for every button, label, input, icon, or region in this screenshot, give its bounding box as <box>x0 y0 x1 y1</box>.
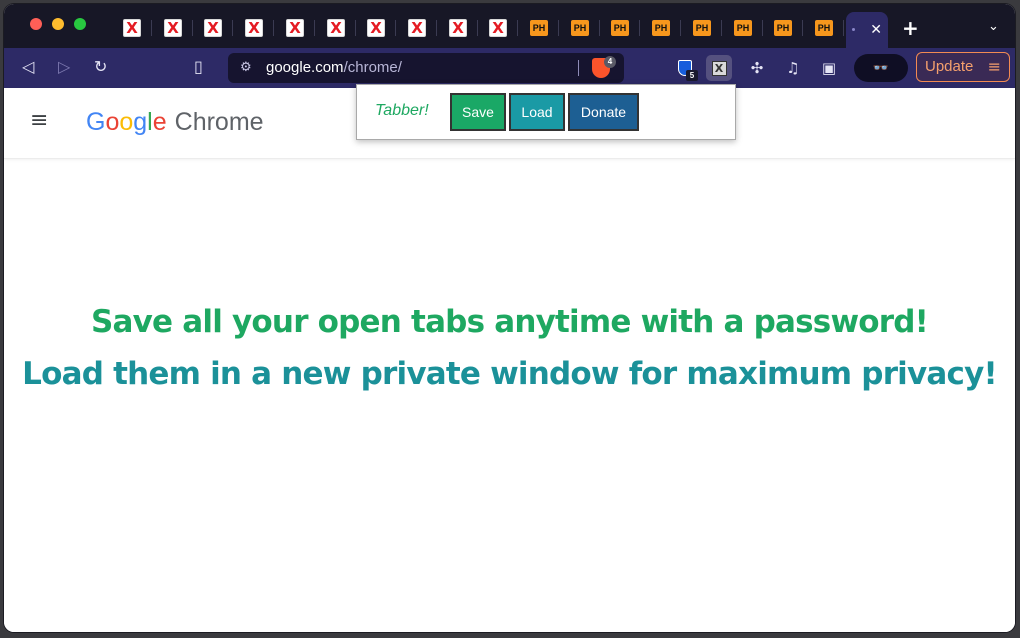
tab[interactable]: PH <box>763 14 803 42</box>
headline-load: Load them in a new private window for ma… <box>22 356 998 392</box>
ph-favicon-icon: PH <box>652 20 670 36</box>
tab-separator <box>314 20 315 36</box>
tab[interactable]: X <box>478 14 518 42</box>
tab-separator <box>151 20 152 36</box>
tabber-extension-button[interactable]: X <box>706 55 732 81</box>
tab[interactable]: X <box>356 14 396 42</box>
brave-shield-count: 4 <box>604 56 616 68</box>
tab-separator <box>721 20 722 36</box>
logo-letter: G <box>86 108 106 136</box>
new-tab-button[interactable]: + <box>902 18 919 38</box>
bitwarden-badge: 5 <box>686 70 698 81</box>
ph-favicon-icon: PH <box>571 20 589 36</box>
x-favicon-icon: X <box>327 19 345 37</box>
bitwarden-extension-button[interactable]: 5 <box>672 55 698 81</box>
tab[interactable]: X <box>397 14 437 42</box>
private-window-glasses-icon[interactable]: 👓 <box>854 54 908 82</box>
web-page: ≡ Google Chrome Save all your open tabs a… <box>4 88 1015 632</box>
menu-icon: ≡ <box>987 57 1001 76</box>
logo-letter: o <box>119 108 134 136</box>
tab[interactable]: X <box>316 14 356 42</box>
logo-letter: e <box>152 108 167 136</box>
x-favicon-icon: X <box>489 19 507 37</box>
ph-favicon-icon: PH <box>815 20 833 36</box>
ph-favicon-icon: PH <box>774 20 792 36</box>
toolbar: ◁ ▷ ↻ ▯ ⚙ google.com/chrome/ 4 5 X ✣ ♫ ▣… <box>4 48 1015 88</box>
ph-favicon-icon: PH <box>530 20 548 36</box>
url-path: /chrome/ <box>343 59 402 76</box>
tab-separator <box>517 20 518 36</box>
tab-search-icon[interactable]: ⌄ <box>988 20 999 33</box>
tabber-icon: X <box>711 60 727 76</box>
popup-title: Tabber! <box>375 102 429 119</box>
x-favicon-icon: X <box>408 19 426 37</box>
ph-favicon-icon: PH <box>693 20 711 36</box>
zoom-window-button[interactable] <box>74 18 86 30</box>
x-favicon-icon: X <box>286 19 304 37</box>
tab-separator <box>232 20 233 36</box>
x-favicon-icon: X <box>245 19 263 37</box>
tab[interactable]: X <box>153 14 193 42</box>
tab[interactable]: X <box>275 14 315 42</box>
address-bar[interactable]: ⚙ google.com/chrome/ 4 <box>228 53 624 83</box>
load-button[interactable]: Load <box>509 93 565 131</box>
sidebar-toggle-icon[interactable]: ▣ <box>816 55 842 81</box>
site-settings-icon[interactable]: ⚙ <box>240 59 252 77</box>
forward-icon[interactable]: ▷ <box>58 57 70 77</box>
tab[interactable]: X <box>112 14 152 42</box>
tab-separator <box>639 20 640 36</box>
donate-button[interactable]: Donate <box>568 93 639 131</box>
google-chrome-logo[interactable]: Google Chrome <box>86 108 264 136</box>
tab-separator <box>273 20 274 36</box>
close-window-button[interactable] <box>30 18 42 30</box>
extensions-puzzle-icon[interactable]: ✣ <box>744 55 770 81</box>
media-controls-icon[interactable]: ♫ <box>780 55 806 81</box>
tab[interactable]: PH <box>682 14 722 42</box>
bookmark-icon[interactable]: ▯ <box>194 57 203 77</box>
x-favicon-icon: X <box>123 19 141 37</box>
close-tab-icon[interactable]: ✕ <box>870 23 882 37</box>
x-favicon-icon: X <box>367 19 385 37</box>
logo-product-name: Chrome <box>174 108 264 136</box>
update-label: Update <box>925 58 974 75</box>
tab[interactable]: X <box>234 14 274 42</box>
tab[interactable]: X <box>438 14 478 42</box>
tab-separator <box>395 20 396 36</box>
hamburger-menu-icon[interactable]: ≡ <box>30 108 48 134</box>
tab-active[interactable]: ✕ <box>846 12 888 48</box>
tab[interactable]: PH <box>804 14 844 42</box>
save-button[interactable]: Save <box>450 93 506 131</box>
minimize-window-button[interactable] <box>52 18 64 30</box>
back-icon[interactable]: ◁ <box>22 57 34 77</box>
x-favicon-icon: X <box>164 19 182 37</box>
ph-favicon-icon: PH <box>611 20 629 36</box>
tab[interactable]: PH <box>641 14 681 42</box>
update-button[interactable]: Update ≡ <box>916 52 1010 82</box>
logo-letter: g <box>133 108 148 136</box>
omnibox-divider <box>578 60 579 76</box>
tab-separator <box>843 20 844 36</box>
headline-save: Save all your open tabs anytime with a p… <box>90 304 929 340</box>
browser-window: X X X X X X X X X X PH PH PH PH PH PH PH PH ✕ + ⌄ ◁ ▷ ↻ ▯… <box>4 4 1015 632</box>
tab[interactable]: PH <box>723 14 763 42</box>
url-host: google.com <box>266 59 344 76</box>
tab[interactable]: PH <box>560 14 600 42</box>
tab[interactable]: PH <box>600 14 640 42</box>
tab-separator <box>680 20 681 36</box>
ph-favicon-icon: PH <box>734 20 752 36</box>
reload-icon[interactable]: ↻ <box>94 57 107 77</box>
logo-letter: o <box>105 108 120 136</box>
x-favicon-icon: X <box>449 19 467 37</box>
tab-strip: X X X X X X X X X X PH PH PH PH PH PH PH PH ✕ + ⌄ <box>4 4 1015 48</box>
tab[interactable]: X <box>193 14 233 42</box>
tab-separator <box>436 20 437 36</box>
tab-separator <box>558 20 559 36</box>
url-text[interactable]: google.com/chrome/ <box>266 59 402 77</box>
tab[interactable]: PH <box>519 14 559 42</box>
tab-favicon-icon <box>852 28 855 31</box>
x-favicon-icon: X <box>204 19 222 37</box>
tabber-popup: Tabber! Save Load Donate <box>356 84 736 140</box>
tab-separator <box>802 20 803 36</box>
